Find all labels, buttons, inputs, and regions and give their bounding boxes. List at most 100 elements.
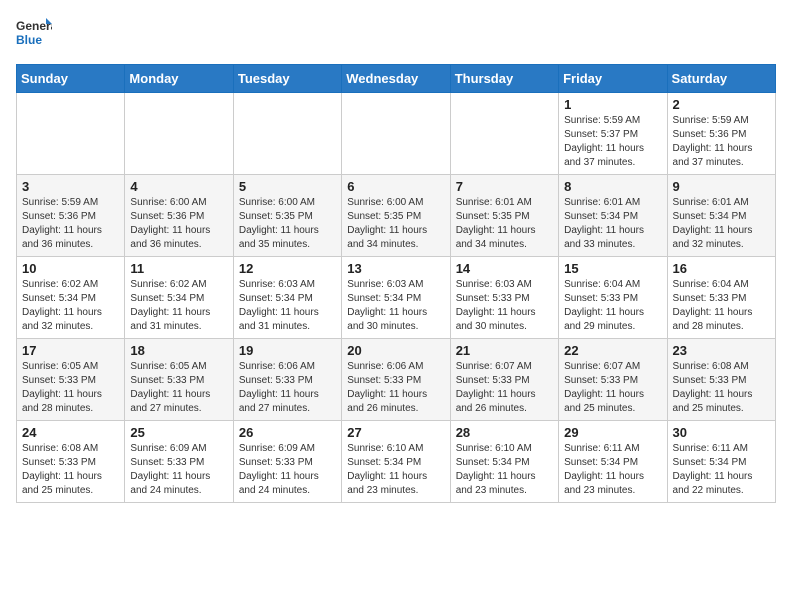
day-detail: Sunrise: 6:03 AM Sunset: 5:34 PM Dayligh… (347, 278, 444, 334)
calendar-week-row: 10 Sunrise: 6:02 AM Sunset: 5:34 PM Dayli… (17, 257, 776, 339)
day-detail: Sunrise: 5:59 AM Sunset: 5:36 PM Dayligh… (673, 114, 770, 170)
day-detail: Sunrise: 6:08 AM Sunset: 5:33 PM Dayligh… (22, 442, 119, 498)
day-number: 30 (673, 425, 770, 440)
calendar-day-cell: 11 Sunrise: 6:02 AM Sunset: 5:34 PM Dayli… (125, 257, 233, 339)
calendar-day-cell (17, 93, 125, 175)
day-detail: Sunrise: 6:09 AM Sunset: 5:33 PM Dayligh… (130, 442, 227, 498)
day-detail: Sunrise: 6:02 AM Sunset: 5:34 PM Dayligh… (130, 278, 227, 334)
day-number: 19 (239, 343, 336, 358)
day-number: 27 (347, 425, 444, 440)
day-detail: Sunrise: 6:04 AM Sunset: 5:33 PM Dayligh… (673, 278, 770, 334)
day-number: 3 (22, 179, 119, 194)
calendar-day-cell: 12 Sunrise: 6:03 AM Sunset: 5:34 PM Dayli… (233, 257, 341, 339)
calendar-day-cell: 13 Sunrise: 6:03 AM Sunset: 5:34 PM Dayli… (342, 257, 450, 339)
calendar-day-cell (233, 93, 341, 175)
calendar-day-cell: 6Sunrise: 6:00 AM Sunset: 5:35 PM Daylig… (342, 175, 450, 257)
calendar-day-cell: 9 Sunrise: 6:01 AM Sunset: 5:34 PM Daylig… (667, 175, 775, 257)
day-detail: Sunrise: 6:01 AM Sunset: 5:35 PM Dayligh… (456, 196, 553, 252)
calendar-day-cell: 29 Sunrise: 6:11 AM Sunset: 5:34 PM Dayli… (559, 421, 667, 503)
calendar-day-cell: 1 Sunrise: 5:59 AM Sunset: 5:37 PM Daylig… (559, 93, 667, 175)
day-number: 1 (564, 97, 661, 112)
day-number: 12 (239, 261, 336, 276)
calendar-day-cell: 25 Sunrise: 6:09 AM Sunset: 5:33 PM Dayli… (125, 421, 233, 503)
weekday-header-saturday: Saturday (667, 65, 775, 93)
calendar-week-row: 1 Sunrise: 5:59 AM Sunset: 5:37 PM Daylig… (17, 93, 776, 175)
calendar-day-cell: 23 Sunrise: 6:08 AM Sunset: 5:33 PM Dayli… (667, 339, 775, 421)
day-number: 10 (22, 261, 119, 276)
day-detail: Sunrise: 6:05 AM Sunset: 5:33 PM Dayligh… (22, 360, 119, 416)
calendar-day-cell: 5 Sunrise: 6:00 AM Sunset: 5:35 PM Daylig… (233, 175, 341, 257)
calendar-day-cell (450, 93, 558, 175)
page-header: GeneralBlue (16, 16, 776, 52)
calendar-day-cell: 26 Sunrise: 6:09 AM Sunset: 5:33 PM Dayli… (233, 421, 341, 503)
day-number: 11 (130, 261, 227, 276)
day-detail: Sunrise: 5:59 AM Sunset: 5:37 PM Dayligh… (564, 114, 661, 170)
day-detail: Sunrise: 5:59 AM Sunset: 5:36 PM Dayligh… (22, 196, 119, 252)
day-number: 2 (673, 97, 770, 112)
weekday-header-friday: Friday (559, 65, 667, 93)
day-detail: Sunrise: 6:00 AM Sunset: 5:35 PM Dayligh… (347, 196, 444, 252)
day-detail: Sunrise: 6:00 AM Sunset: 5:35 PM Dayligh… (239, 196, 336, 252)
day-number: 14 (456, 261, 553, 276)
logo: GeneralBlue (16, 16, 52, 52)
calendar-week-row: 17 Sunrise: 6:05 AM Sunset: 5:33 PM Dayli… (17, 339, 776, 421)
day-number: 4 (130, 179, 227, 194)
weekday-header-row: SundayMondayTuesdayWednesdayThursdayFrid… (17, 65, 776, 93)
calendar-day-cell: 27 Sunrise: 6:10 AM Sunset: 5:34 PM Dayli… (342, 421, 450, 503)
day-number: 13 (347, 261, 444, 276)
day-number: 15 (564, 261, 661, 276)
day-detail: Sunrise: 6:03 AM Sunset: 5:34 PM Dayligh… (239, 278, 336, 334)
day-detail: Sunrise: 6:01 AM Sunset: 5:34 PM Dayligh… (564, 196, 661, 252)
day-number: 21 (456, 343, 553, 358)
logo-blue-text: Blue (16, 33, 42, 47)
calendar-day-cell: 8 Sunrise: 6:01 AM Sunset: 5:34 PM Daylig… (559, 175, 667, 257)
calendar-day-cell: 17 Sunrise: 6:05 AM Sunset: 5:33 PM Dayli… (17, 339, 125, 421)
logo-icon: GeneralBlue (16, 16, 52, 52)
day-number: 17 (22, 343, 119, 358)
day-detail: Sunrise: 6:10 AM Sunset: 5:34 PM Dayligh… (456, 442, 553, 498)
weekday-header-tuesday: Tuesday (233, 65, 341, 93)
calendar-day-cell: 20Sunrise: 6:06 AM Sunset: 5:33 PM Dayli… (342, 339, 450, 421)
day-detail: Sunrise: 6:09 AM Sunset: 5:33 PM Dayligh… (239, 442, 336, 498)
day-number: 7 (456, 179, 553, 194)
calendar-day-cell: 18 Sunrise: 6:05 AM Sunset: 5:33 PM Dayli… (125, 339, 233, 421)
calendar-day-cell: 2 Sunrise: 5:59 AM Sunset: 5:36 PM Daylig… (667, 93, 775, 175)
day-detail: Sunrise: 6:00 AM Sunset: 5:36 PM Dayligh… (130, 196, 227, 252)
day-detail: Sunrise: 6:04 AM Sunset: 5:33 PM Dayligh… (564, 278, 661, 334)
day-detail: Sunrise: 6:11 AM Sunset: 5:34 PM Dayligh… (564, 442, 661, 498)
weekday-header-thursday: Thursday (450, 65, 558, 93)
weekday-header-monday: Monday (125, 65, 233, 93)
day-number: 25 (130, 425, 227, 440)
calendar-day-cell: 28Sunrise: 6:10 AM Sunset: 5:34 PM Dayli… (450, 421, 558, 503)
calendar-day-cell: 30 Sunrise: 6:11 AM Sunset: 5:34 PM Dayli… (667, 421, 775, 503)
day-detail: Sunrise: 6:08 AM Sunset: 5:33 PM Dayligh… (673, 360, 770, 416)
calendar-day-cell (342, 93, 450, 175)
calendar-day-cell: 16Sunrise: 6:04 AM Sunset: 5:33 PM Dayli… (667, 257, 775, 339)
day-detail: Sunrise: 6:10 AM Sunset: 5:34 PM Dayligh… (347, 442, 444, 498)
day-detail: Sunrise: 6:06 AM Sunset: 5:33 PM Dayligh… (239, 360, 336, 416)
day-number: 23 (673, 343, 770, 358)
calendar-week-row: 3 Sunrise: 5:59 AM Sunset: 5:36 PM Daylig… (17, 175, 776, 257)
day-number: 9 (673, 179, 770, 194)
calendar-day-cell: 14Sunrise: 6:03 AM Sunset: 5:33 PM Dayli… (450, 257, 558, 339)
day-detail: Sunrise: 6:05 AM Sunset: 5:33 PM Dayligh… (130, 360, 227, 416)
calendar-day-cell: 7 Sunrise: 6:01 AM Sunset: 5:35 PM Daylig… (450, 175, 558, 257)
day-detail: Sunrise: 6:07 AM Sunset: 5:33 PM Dayligh… (564, 360, 661, 416)
day-number: 26 (239, 425, 336, 440)
day-number: 29 (564, 425, 661, 440)
calendar-day-cell: 24 Sunrise: 6:08 AM Sunset: 5:33 PM Dayli… (17, 421, 125, 503)
day-number: 5 (239, 179, 336, 194)
day-number: 8 (564, 179, 661, 194)
day-detail: Sunrise: 6:11 AM Sunset: 5:34 PM Dayligh… (673, 442, 770, 498)
day-number: 20 (347, 343, 444, 358)
calendar-week-row: 24 Sunrise: 6:08 AM Sunset: 5:33 PM Dayli… (17, 421, 776, 503)
day-detail: Sunrise: 6:01 AM Sunset: 5:34 PM Dayligh… (673, 196, 770, 252)
weekday-header-wednesday: Wednesday (342, 65, 450, 93)
day-number: 18 (130, 343, 227, 358)
day-number: 24 (22, 425, 119, 440)
calendar-day-cell: 19 Sunrise: 6:06 AM Sunset: 5:33 PM Dayli… (233, 339, 341, 421)
day-detail: Sunrise: 6:07 AM Sunset: 5:33 PM Dayligh… (456, 360, 553, 416)
calendar-day-cell: 4 Sunrise: 6:00 AM Sunset: 5:36 PM Daylig… (125, 175, 233, 257)
calendar-day-cell: 15 Sunrise: 6:04 AM Sunset: 5:33 PM Dayli… (559, 257, 667, 339)
calendar-day-cell (125, 93, 233, 175)
